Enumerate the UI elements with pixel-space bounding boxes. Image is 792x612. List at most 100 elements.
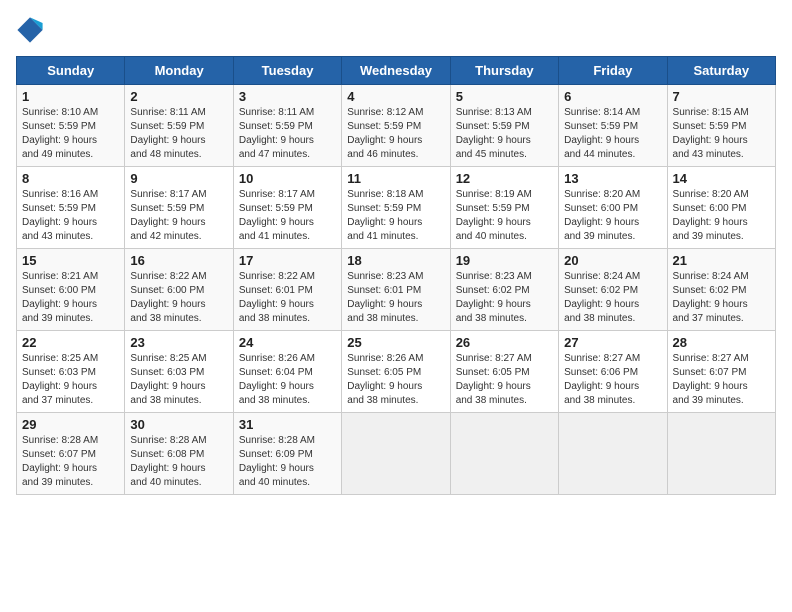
day-number: 31 bbox=[239, 417, 336, 432]
day-number: 28 bbox=[673, 335, 770, 350]
day-cell-15: 15 Sunrise: 8:21 AMSunset: 6:00 PMDayligh… bbox=[17, 249, 125, 331]
day-number: 24 bbox=[239, 335, 336, 350]
day-info: Sunrise: 8:20 AMSunset: 6:00 PMDaylight:… bbox=[564, 188, 661, 244]
header-day-tuesday: Tuesday bbox=[233, 57, 341, 85]
day-info: Sunrise: 8:25 AMSunset: 6:03 PMDaylight:… bbox=[130, 352, 227, 408]
day-cell-5: 5 Sunrise: 8:13 AMSunset: 5:59 PMDaylight… bbox=[450, 85, 558, 167]
day-number: 17 bbox=[239, 253, 336, 268]
day-info: Sunrise: 8:19 AMSunset: 5:59 PMDaylight:… bbox=[456, 188, 553, 244]
day-cell-17: 17 Sunrise: 8:22 AMSunset: 6:01 PMDayligh… bbox=[233, 249, 341, 331]
day-cell-14: 14Sunrise: 8:20 AMSunset: 6:00 PMDayligh… bbox=[667, 167, 775, 249]
day-number: 25 bbox=[347, 335, 444, 350]
day-number: 10 bbox=[239, 171, 336, 186]
day-info: Sunrise: 8:23 AMSunset: 6:01 PMDaylight:… bbox=[347, 270, 444, 326]
day-info: Sunrise: 8:27 AMSunset: 6:05 PMDaylight:… bbox=[456, 352, 553, 408]
day-info: Sunrise: 8:27 AMSunset: 6:07 PMDaylight:… bbox=[673, 352, 770, 408]
calendar-week-4: 22Sunrise: 8:25 AMSunset: 6:03 PMDayligh… bbox=[17, 331, 776, 413]
day-info: Sunrise: 8:18 AMSunset: 5:59 PMDaylight:… bbox=[347, 188, 444, 244]
day-info: Sunrise: 8:10 AMSunset: 5:59 PMDaylight:… bbox=[22, 106, 119, 162]
day-number: 19 bbox=[456, 253, 553, 268]
day-info: Sunrise: 8:21 AMSunset: 6:00 PMDaylight:… bbox=[22, 270, 119, 326]
header-day-friday: Friday bbox=[559, 57, 667, 85]
calendar-week-3: 15 Sunrise: 8:21 AMSunset: 6:00 PMDayligh… bbox=[17, 249, 776, 331]
day-info: Sunrise: 8:27 AMSunset: 6:06 PMDaylight:… bbox=[564, 352, 661, 408]
day-info: Sunrise: 8:28 AMSunset: 6:07 PMDaylight:… bbox=[22, 434, 119, 490]
day-cell-11: 11 Sunrise: 8:18 AMSunset: 5:59 PMDayligh… bbox=[342, 167, 450, 249]
calendar-week-1: 1 Sunrise: 8:10 AMSunset: 5:59 PMDaylight… bbox=[17, 85, 776, 167]
empty-cell bbox=[342, 413, 450, 495]
calendar-header-row: SundayMondayTuesdayWednesdayThursdayFrid… bbox=[17, 57, 776, 85]
header-day-monday: Monday bbox=[125, 57, 233, 85]
empty-cell bbox=[667, 413, 775, 495]
day-number: 3 bbox=[239, 89, 336, 104]
day-info: Sunrise: 8:23 AMSunset: 6:02 PMDaylight:… bbox=[456, 270, 553, 326]
day-info: Sunrise: 8:28 AMSunset: 6:08 PMDaylight:… bbox=[130, 434, 227, 490]
day-number: 12 bbox=[456, 171, 553, 186]
header-day-sunday: Sunday bbox=[17, 57, 125, 85]
header-day-saturday: Saturday bbox=[667, 57, 775, 85]
day-info: Sunrise: 8:28 AMSunset: 6:09 PMDaylight:… bbox=[239, 434, 336, 490]
day-number: 2 bbox=[130, 89, 227, 104]
day-cell-24: 24 Sunrise: 8:26 AMSunset: 6:04 PMDayligh… bbox=[233, 331, 341, 413]
day-info: Sunrise: 8:26 AMSunset: 6:04 PMDaylight:… bbox=[239, 352, 336, 408]
day-info: Sunrise: 8:11 AMSunset: 5:59 PMDaylight:… bbox=[130, 106, 227, 162]
day-number: 6 bbox=[564, 89, 661, 104]
empty-cell bbox=[559, 413, 667, 495]
day-number: 26 bbox=[456, 335, 553, 350]
day-info: Sunrise: 8:11 AMSunset: 5:59 PMDaylight:… bbox=[239, 106, 336, 162]
day-number: 20 bbox=[564, 253, 661, 268]
day-cell-16: 16 Sunrise: 8:22 AMSunset: 6:00 PMDayligh… bbox=[125, 249, 233, 331]
day-number: 7 bbox=[673, 89, 770, 104]
day-cell-9: 9 Sunrise: 8:17 AMSunset: 5:59 PMDaylight… bbox=[125, 167, 233, 249]
day-number: 13 bbox=[564, 171, 661, 186]
day-cell-26: 26 Sunrise: 8:27 AMSunset: 6:05 PMDayligh… bbox=[450, 331, 558, 413]
day-cell-25: 25 Sunrise: 8:26 AMSunset: 6:05 PMDayligh… bbox=[342, 331, 450, 413]
day-cell-18: 18 Sunrise: 8:23 AMSunset: 6:01 PMDayligh… bbox=[342, 249, 450, 331]
day-cell-4: 4 Sunrise: 8:12 AMSunset: 5:59 PMDaylight… bbox=[342, 85, 450, 167]
calendar-table: SundayMondayTuesdayWednesdayThursdayFrid… bbox=[16, 56, 776, 495]
day-cell-1: 1 Sunrise: 8:10 AMSunset: 5:59 PMDaylight… bbox=[17, 85, 125, 167]
day-info: Sunrise: 8:26 AMSunset: 6:05 PMDaylight:… bbox=[347, 352, 444, 408]
day-number: 15 bbox=[22, 253, 119, 268]
day-info: Sunrise: 8:24 AMSunset: 6:02 PMDaylight:… bbox=[673, 270, 770, 326]
day-number: 18 bbox=[347, 253, 444, 268]
day-cell-31: 31 Sunrise: 8:28 AMSunset: 6:09 PMDayligh… bbox=[233, 413, 341, 495]
day-number: 9 bbox=[130, 171, 227, 186]
calendar-week-2: 8 Sunrise: 8:16 AMSunset: 5:59 PMDaylight… bbox=[17, 167, 776, 249]
day-cell-8: 8 Sunrise: 8:16 AMSunset: 5:59 PMDaylight… bbox=[17, 167, 125, 249]
day-info: Sunrise: 8:25 AMSunset: 6:03 PMDaylight:… bbox=[22, 352, 119, 408]
header-day-thursday: Thursday bbox=[450, 57, 558, 85]
day-cell-12: 12 Sunrise: 8:19 AMSunset: 5:59 PMDayligh… bbox=[450, 167, 558, 249]
day-cell-7: 7 Sunrise: 8:15 AMSunset: 5:59 PMDaylight… bbox=[667, 85, 775, 167]
day-info: Sunrise: 8:17 AMSunset: 5:59 PMDaylight:… bbox=[130, 188, 227, 244]
day-number: 8 bbox=[22, 171, 119, 186]
day-cell-13: 13 Sunrise: 8:20 AMSunset: 6:00 PMDayligh… bbox=[559, 167, 667, 249]
day-cell-28: 28 Sunrise: 8:27 AMSunset: 6:07 PMDayligh… bbox=[667, 331, 775, 413]
day-number: 1 bbox=[22, 89, 119, 104]
day-cell-10: 10Sunrise: 8:17 AMSunset: 5:59 PMDayligh… bbox=[233, 167, 341, 249]
day-info: Sunrise: 8:24 AMSunset: 6:02 PMDaylight:… bbox=[564, 270, 661, 326]
day-number: 14 bbox=[673, 171, 770, 186]
day-cell-23: 23Sunrise: 8:25 AMSunset: 6:03 PMDayligh… bbox=[125, 331, 233, 413]
day-info: Sunrise: 8:16 AMSunset: 5:59 PMDaylight:… bbox=[22, 188, 119, 244]
day-info: Sunrise: 8:22 AMSunset: 6:01 PMDaylight:… bbox=[239, 270, 336, 326]
day-number: 5 bbox=[456, 89, 553, 104]
day-cell-30: 30 Sunrise: 8:28 AMSunset: 6:08 PMDayligh… bbox=[125, 413, 233, 495]
empty-cell bbox=[450, 413, 558, 495]
day-info: Sunrise: 8:12 AMSunset: 5:59 PMDaylight:… bbox=[347, 106, 444, 162]
day-number: 27 bbox=[564, 335, 661, 350]
logo bbox=[16, 16, 48, 44]
day-info: Sunrise: 8:13 AMSunset: 5:59 PMDaylight:… bbox=[456, 106, 553, 162]
day-number: 30 bbox=[130, 417, 227, 432]
day-info: Sunrise: 8:14 AMSunset: 5:59 PMDaylight:… bbox=[564, 106, 661, 162]
day-number: 4 bbox=[347, 89, 444, 104]
day-number: 29 bbox=[22, 417, 119, 432]
day-number: 11 bbox=[347, 171, 444, 186]
day-cell-2: 2 Sunrise: 8:11 AMSunset: 5:59 PMDaylight… bbox=[125, 85, 233, 167]
day-cell-6: 6 Sunrise: 8:14 AMSunset: 5:59 PMDaylight… bbox=[559, 85, 667, 167]
day-cell-27: 27 Sunrise: 8:27 AMSunset: 6:06 PMDayligh… bbox=[559, 331, 667, 413]
day-number: 16 bbox=[130, 253, 227, 268]
day-info: Sunrise: 8:15 AMSunset: 5:59 PMDaylight:… bbox=[673, 106, 770, 162]
day-cell-22: 22Sunrise: 8:25 AMSunset: 6:03 PMDayligh… bbox=[17, 331, 125, 413]
day-info: Sunrise: 8:22 AMSunset: 6:00 PMDaylight:… bbox=[130, 270, 227, 326]
